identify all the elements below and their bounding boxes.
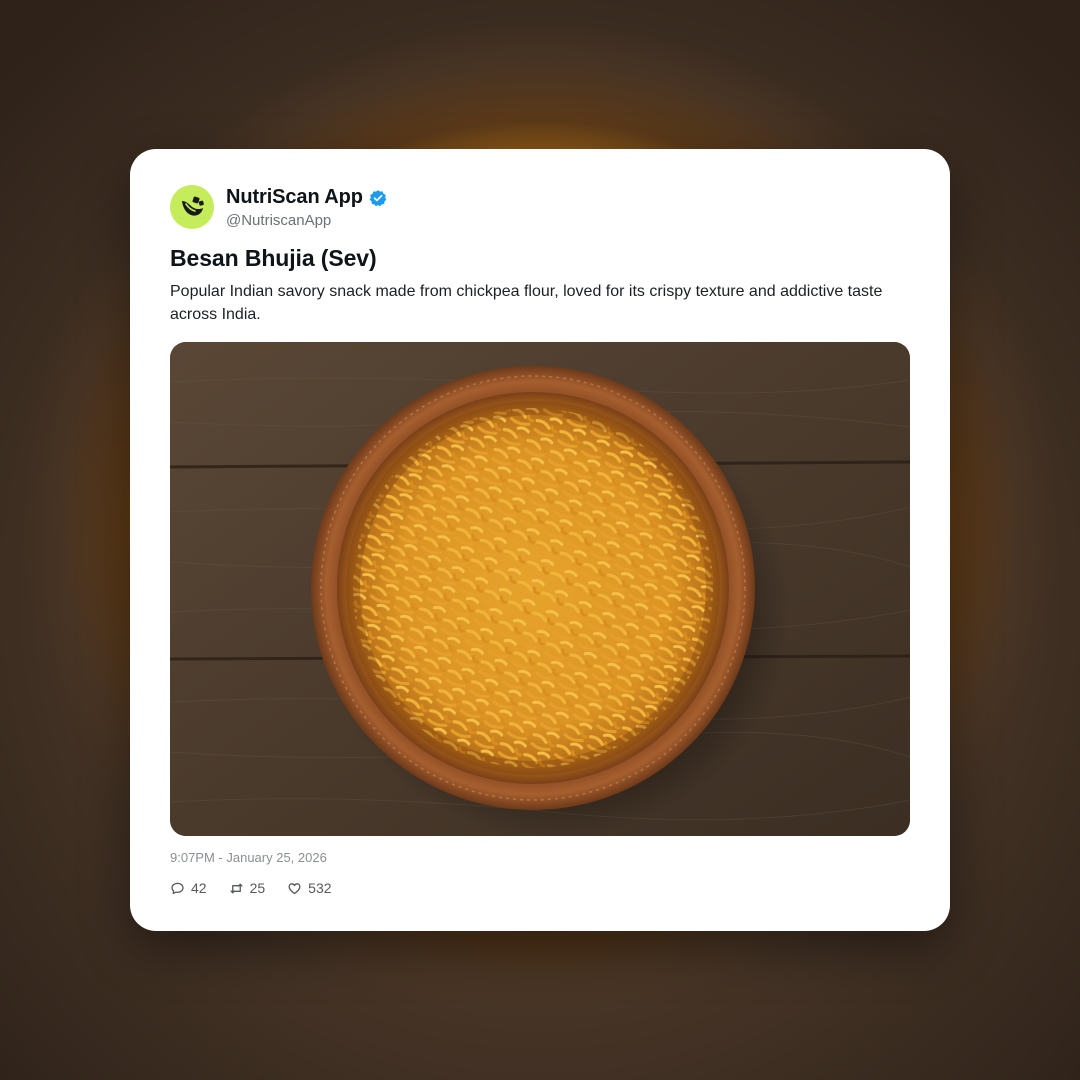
bowl-of-bhujia-image [170, 342, 910, 836]
post-description: Popular Indian savory snack made from ch… [170, 283, 883, 323]
name-row: NutriScan App [226, 186, 387, 210]
leaf-logo-icon [182, 196, 204, 216]
avatar[interactable] [170, 185, 214, 229]
repost-button[interactable]: 25 [229, 880, 266, 896]
post-header: NutriScan App @NutriscanApp [170, 185, 387, 229]
post-actions: 42 25 532 [170, 880, 354, 896]
like-count: 532 [308, 880, 332, 896]
post-timestamp: 9:07PM - January 25, 2026 [170, 850, 327, 865]
reply-button[interactable]: 42 [170, 880, 207, 896]
comment-icon [171, 882, 184, 894]
like-button[interactable]: 532 [287, 880, 332, 896]
verified-badge-icon [369, 189, 387, 207]
post-image[interactable] [170, 342, 910, 836]
post-title: Besan Bhujia (Sev) [170, 245, 377, 271]
account-names: NutriScan App @NutriscanApp [226, 186, 387, 229]
repost-icon [229, 883, 243, 893]
handle[interactable]: @NutriscanApp [226, 212, 387, 229]
display-name[interactable]: NutriScan App [226, 186, 363, 209]
reply-count: 42 [191, 880, 207, 896]
post-card: NutriScan App @NutriscanApp Besan Bhujia… [130, 149, 950, 931]
repost-count: 25 [249, 880, 266, 896]
heart-icon [288, 882, 301, 894]
